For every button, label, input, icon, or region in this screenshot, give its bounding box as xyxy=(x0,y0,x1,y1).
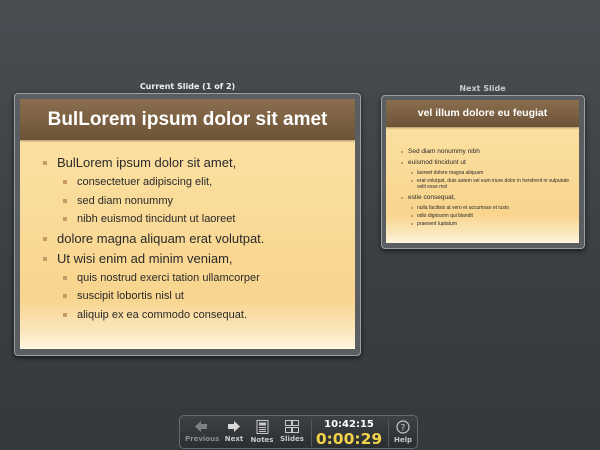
sub-bullet-item: odio dignissim qui blandit xyxy=(400,213,575,219)
bullet-item: dolore magna aliquam erat volutpat. xyxy=(43,229,353,249)
next-slide-frame: vel illum dolore eu feugiat Sed diam non… xyxy=(381,95,585,249)
sub-bullet-item: nulla facilisis at vero et accumsan et i… xyxy=(400,205,575,211)
help-label: Help xyxy=(393,436,413,444)
current-slide-caption: Current Slide (1 of 2) xyxy=(139,82,236,91)
elapsed-time[interactable]: 0:00:29 xyxy=(314,431,384,448)
help-button[interactable]: ? Help xyxy=(391,420,415,448)
next-slide-title: vel illum dolore eu feugiat xyxy=(386,100,579,127)
bullet-item: estie consequat, xyxy=(400,192,575,203)
notes-button[interactable]: Notes xyxy=(248,420,276,448)
slides-grid-icon xyxy=(285,420,299,433)
current-slide-title: BulLorem ipsum dolor sit amet xyxy=(20,99,355,140)
next-arrow-icon xyxy=(228,421,240,432)
previous-label: Previous xyxy=(185,435,220,443)
current-slide-frame: BulLorem ipsum dolor sit amet BulLorem i… xyxy=(14,93,361,356)
bullet-item: euismod tincidunt ut xyxy=(400,157,575,168)
previous-arrow-icon xyxy=(195,421,207,432)
toolbar-divider xyxy=(388,419,389,447)
next-slide-caption: Next Slide xyxy=(459,84,506,93)
help-icon: ? xyxy=(396,420,410,434)
current-slide-bullets: BulLorem ipsum dolor sit amet, consectet… xyxy=(43,153,353,324)
slides-button[interactable]: Slides xyxy=(278,420,306,448)
presenter-toolbar: Previous Next Notes Slides 10:42:15 0:00… xyxy=(179,415,418,449)
sub-bullet-item: nibh euismod tincidunt ut laoreet xyxy=(43,210,353,229)
slides-label: Slides xyxy=(280,435,304,443)
previous-button[interactable]: Previous xyxy=(185,420,220,448)
svg-text:?: ? xyxy=(401,424,406,434)
next-slide-preview[interactable]: vel illum dolore eu feugiat Sed diam non… xyxy=(386,100,579,243)
next-button[interactable]: Next xyxy=(221,420,247,448)
toolbar-divider xyxy=(311,419,312,447)
sub-bullet-item: erat volutpat, duis autem vel eum iriure… xyxy=(400,178,575,190)
bullet-item: Ut wisi enim ad minim veniam, xyxy=(43,249,353,269)
bullet-item: Sed diam nonummy nibh xyxy=(400,146,575,157)
sub-bullet-item: laoreet dolore magna aliquam xyxy=(400,170,575,176)
sub-bullet-item: suscipit lobortis nisl ut xyxy=(43,287,353,306)
notes-label: Notes xyxy=(250,436,274,444)
sub-bullet-item: praesent luptatum xyxy=(400,221,575,227)
next-label: Next xyxy=(224,435,244,443)
sub-bullet-item: quis nostrud exerci tation ullamcorper xyxy=(43,269,353,288)
current-slide[interactable]: BulLorem ipsum dolor sit amet BulLorem i… xyxy=(20,99,355,349)
sub-bullet-item: aliquip ex ea commodo consequat. xyxy=(43,306,353,325)
presentation-clock: 10:42:15 0:00:29 xyxy=(314,418,384,448)
next-slide-bullets: Sed diam nonummy nibh euismod tincidunt … xyxy=(400,146,575,229)
notes-icon xyxy=(256,420,268,434)
sub-bullet-item: consectetuer adipiscing elit, xyxy=(43,173,353,192)
sub-bullet-item: sed diam nonummy xyxy=(43,192,353,211)
bullet-item: BulLorem ipsum dolor sit amet, xyxy=(43,153,353,173)
